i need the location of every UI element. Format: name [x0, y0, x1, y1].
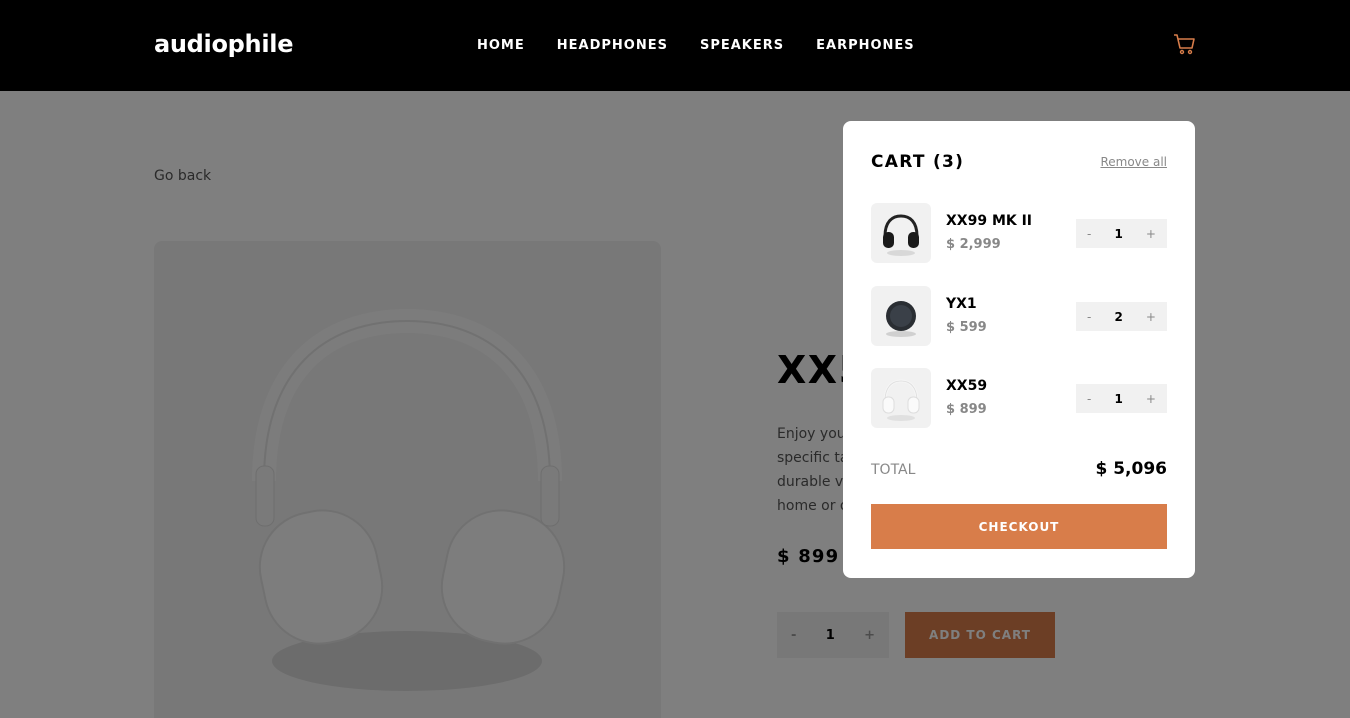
total-label: TOTAL: [871, 462, 916, 478]
cart-icon[interactable]: [1173, 33, 1196, 55]
cart-item: YX1 $ 599 - 2 +: [871, 286, 1167, 346]
cart-modal: CART (3) Remove all XX99 MK II $ 2,999 -…: [843, 121, 1195, 578]
decrement-button[interactable]: -: [1087, 310, 1091, 324]
cart-item-quantity-stepper: - 1 +: [1076, 219, 1167, 248]
product-thumbnail: [871, 203, 931, 263]
quantity-value: 1: [1114, 226, 1123, 241]
site-header: audiophile HOME HEADPHONES SPEAKERS EARP…: [0, 0, 1350, 91]
product-thumbnail: [871, 368, 931, 428]
quantity-value: 1: [1114, 391, 1123, 406]
cart-item-name: XX59: [946, 378, 988, 394]
cart-item-price: $ 599: [946, 320, 987, 335]
logo[interactable]: audiophile: [154, 30, 293, 58]
product-thumbnail: [871, 286, 931, 346]
remove-all-button[interactable]: Remove all: [1100, 155, 1167, 169]
nav-speakers[interactable]: SPEAKERS: [700, 38, 784, 53]
checkout-button[interactable]: CHECKOUT: [871, 504, 1167, 549]
cart-item: XX59 $ 899 - 1 +: [871, 368, 1167, 428]
increment-button[interactable]: +: [1146, 392, 1156, 406]
cart-item-name: YX1: [946, 296, 977, 312]
increment-button[interactable]: +: [1146, 310, 1156, 324]
nav-headphones[interactable]: HEADPHONES: [557, 38, 668, 53]
cart-title: CART (3): [871, 152, 965, 172]
nav-earphones[interactable]: EARPHONES: [816, 38, 915, 53]
quantity-value: 2: [1114, 309, 1123, 324]
cart-item: XX99 MK II $ 2,999 - 1 +: [871, 203, 1167, 263]
main-nav: HOME HEADPHONES SPEAKERS EARPHONES: [477, 38, 915, 53]
cart-item-quantity-stepper: - 2 +: [1076, 302, 1167, 331]
total-value: $ 5,096: [1095, 459, 1167, 479]
cart-item-price: $ 2,999: [946, 237, 1001, 252]
cart-item-price: $ 899: [946, 402, 987, 417]
decrement-button[interactable]: -: [1087, 392, 1091, 406]
increment-button[interactable]: +: [1146, 227, 1156, 241]
decrement-button[interactable]: -: [1087, 227, 1091, 241]
cart-item-name: XX99 MK II: [946, 213, 1033, 229]
nav-home[interactable]: HOME: [477, 38, 525, 53]
cart-item-quantity-stepper: - 1 +: [1076, 384, 1167, 413]
